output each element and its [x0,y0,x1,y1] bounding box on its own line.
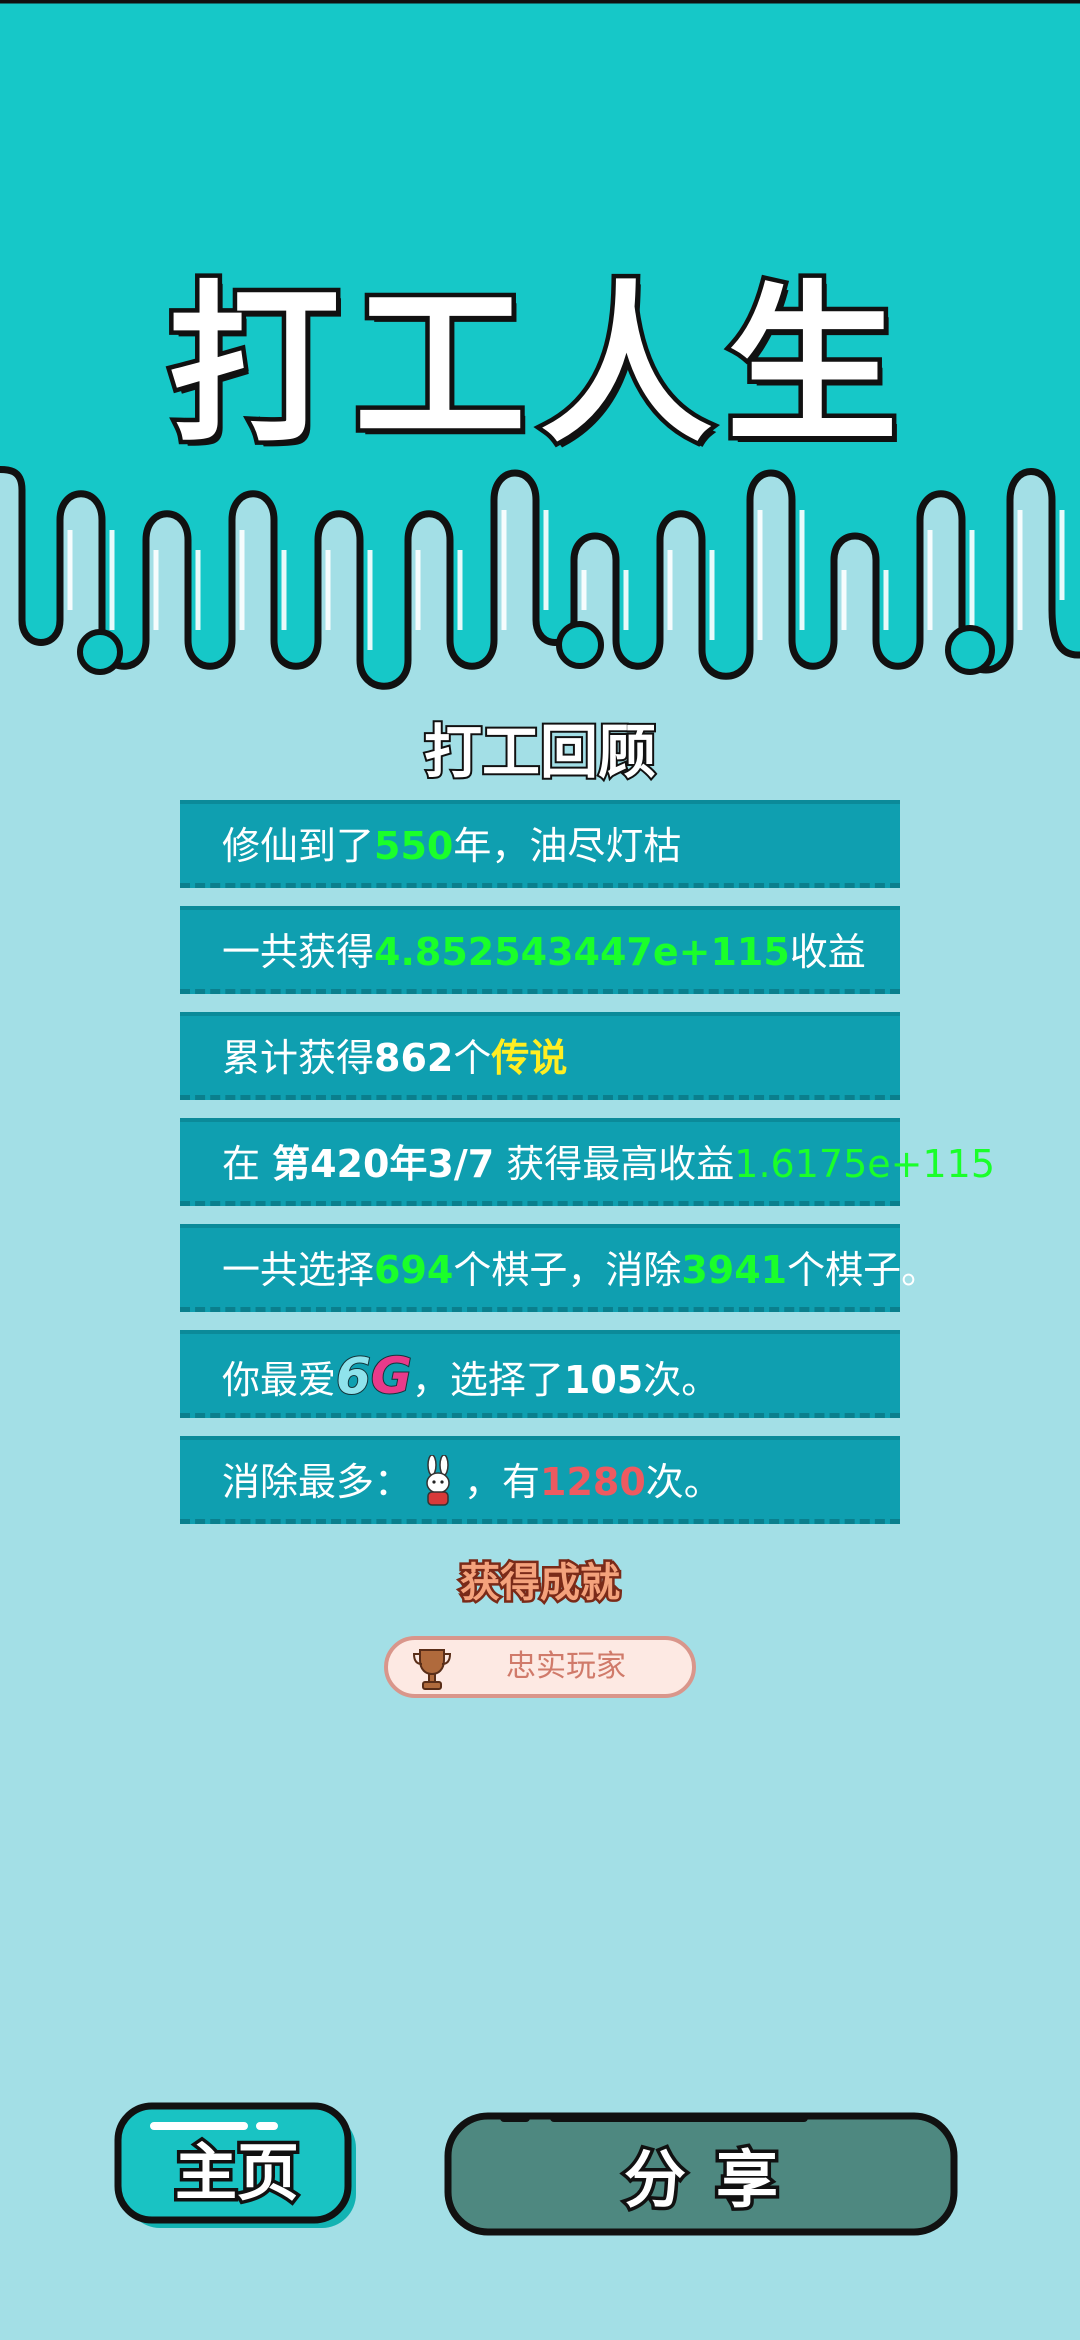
stat-row-legend-count: 累计获得862个传说 [180,1012,900,1100]
achievement-badge[interactable]: 忠实玩家 [384,1636,696,1698]
stat-row-years: 修仙到了550年，油尽灯枯 [180,800,900,888]
game-title: 打工人生 [164,261,912,471]
stat-row-income: 一共获得4.852543447e+115收益 [180,906,900,994]
stat-row-max-income: 在 第420年3/7 获得最高收益1.6175e+115 [180,1118,995,1206]
home-button[interactable]: 主页 [114,2102,360,2232]
drip-dot [77,629,123,675]
favorite-piece-6g: 6G [335,1346,413,1406]
home-button-label: 主页 [171,2133,302,2213]
share-button[interactable]: 分享 [444,2110,958,2238]
stat-row-pieces: 一共选择694个棋子，消除3941个棋子。 [180,1224,939,1312]
review-heading: 打工回顾 [422,716,658,788]
drip-dot [945,625,995,675]
achievements-heading: 获得成就 [458,1558,623,1609]
share-button-label: 分享 [620,2140,808,2220]
trophy-icon [412,1649,452,1690]
stat-row-favorite: 你最爱6G，选择了105次。 [180,1330,900,1418]
stat-row-most-removed: 消除最多： ，有1280次。 [180,1436,900,1524]
rabbit-icon [426,1455,450,1506]
achievement-label: 忠实玩家 [506,1649,626,1684]
drip-dot [556,621,604,669]
